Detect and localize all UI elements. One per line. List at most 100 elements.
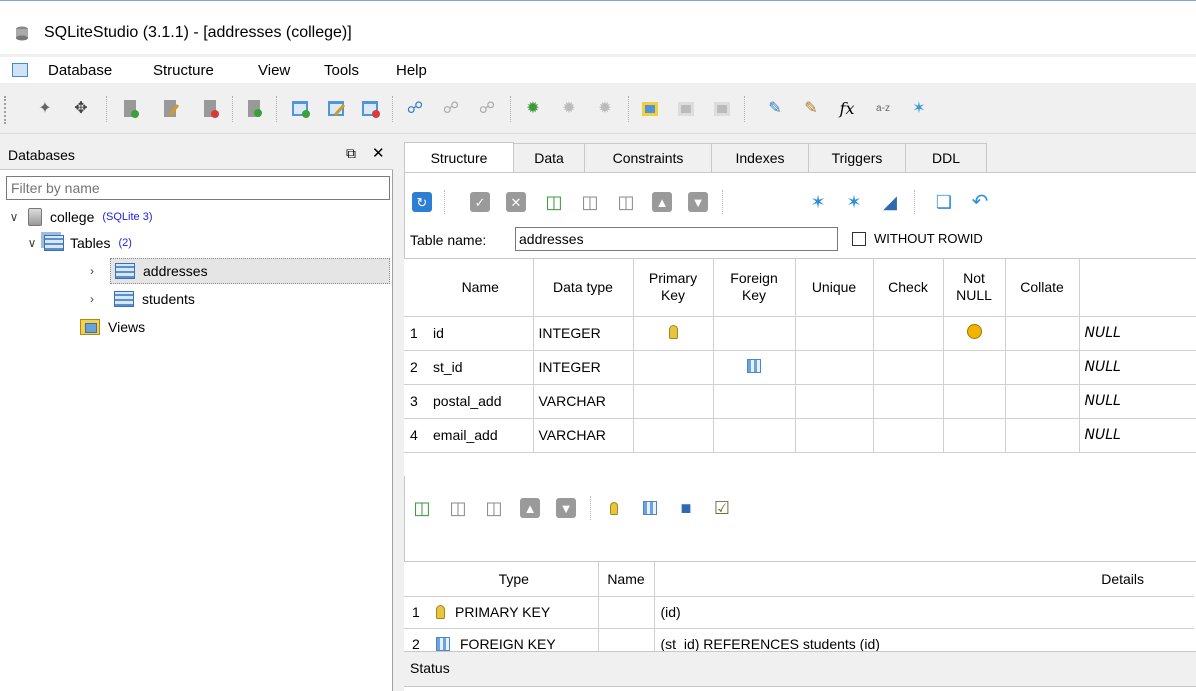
constraint-details-cell[interactable]: (id) bbox=[654, 596, 1194, 629]
connect-db-icon[interactable]: ✦ bbox=[34, 98, 56, 120]
primary-key-cell[interactable] bbox=[633, 384, 714, 419]
not-null-cell[interactable] bbox=[943, 316, 1006, 351]
tab-ddl[interactable]: DDL bbox=[905, 143, 987, 172]
column-name-cell[interactable]: email_add bbox=[428, 418, 534, 453]
column-header-check[interactable]: Check bbox=[873, 259, 944, 317]
disconnect-db-icon[interactable]: ✥ bbox=[70, 98, 92, 120]
tab-structure[interactable]: Structure bbox=[404, 142, 514, 173]
tab-triggers[interactable]: Triggers bbox=[808, 143, 906, 172]
unique-cell[interactable] bbox=[795, 316, 874, 351]
create-trigger-icon[interactable]: ✹ bbox=[522, 98, 544, 120]
collations-editor-icon[interactable]: a-z bbox=[872, 98, 894, 120]
table-row[interactable]: 1 PRIMARY KEY (id) bbox=[404, 596, 1194, 629]
move-column-down-icon[interactable]: ▼ bbox=[688, 192, 708, 212]
rollback-structure-icon[interactable]: ✕ bbox=[506, 192, 526, 212]
menu-view[interactable]: View bbox=[258, 62, 290, 79]
table-row[interactable]: 2 st_id INTEGER NULL bbox=[404, 350, 1196, 385]
menu-database[interactable]: Database bbox=[48, 62, 112, 79]
table-name-field[interactable] bbox=[515, 227, 838, 251]
add-constraint-icon[interactable]: ◫ bbox=[412, 498, 432, 518]
chevron-down-icon[interactable]: ∨ bbox=[24, 236, 40, 250]
reset-autoincrement-icon[interactable]: ✶ bbox=[844, 192, 864, 212]
close-panel-icon[interactable]: ✕ bbox=[372, 144, 385, 162]
tab-data[interactable]: Data bbox=[513, 143, 585, 172]
column-type-cell[interactable]: INTEGER bbox=[533, 350, 634, 385]
constraints-header-details[interactable]: Details bbox=[654, 562, 1194, 597]
column-name-cell[interactable]: postal_add bbox=[428, 384, 534, 419]
foreign-key-cell[interactable] bbox=[713, 384, 796, 419]
chevron-right-icon[interactable]: › bbox=[84, 264, 100, 278]
check-cell[interactable] bbox=[873, 350, 944, 385]
column-name-cell[interactable]: id bbox=[428, 316, 534, 351]
table-row[interactable]: 1 id INTEGER NULL bbox=[404, 316, 1196, 351]
open-sql-history-icon[interactable]: ✎ bbox=[800, 98, 822, 120]
window-menu-icon[interactable] bbox=[12, 63, 28, 77]
foreign-key-cell[interactable] bbox=[713, 316, 796, 351]
table-row[interactable]: 4 email_add VARCHAR NULL bbox=[404, 418, 1196, 453]
unique-cell[interactable] bbox=[795, 350, 874, 385]
table-row[interactable]: 3 postal_add VARCHAR NULL bbox=[404, 384, 1196, 419]
without-rowid-checkbox[interactable] bbox=[852, 231, 866, 246]
tree-item-college[interactable]: ∨ college (SQLite 3) bbox=[6, 204, 153, 230]
populate-table-icon[interactable]: ◢ bbox=[880, 192, 900, 212]
tab-constraints[interactable]: Constraints bbox=[584, 143, 712, 172]
edit-trigger-icon[interactable]: ✹ bbox=[558, 98, 580, 120]
create-view-icon[interactable] bbox=[640, 98, 662, 120]
column-header-not-null[interactable]: Not NULL bbox=[943, 259, 1006, 317]
collate-cell[interactable] bbox=[1005, 418, 1080, 453]
chevron-down-icon[interactable]: ∨ bbox=[6, 210, 22, 224]
tab-indexes[interactable]: Indexes bbox=[711, 143, 809, 172]
default-value-cell[interactable]: NULL bbox=[1079, 384, 1196, 419]
edit-index-icon[interactable]: ☍ bbox=[440, 98, 462, 120]
foreign-key-cell[interactable] bbox=[713, 418, 796, 453]
delete-index-icon[interactable]: ☍ bbox=[476, 98, 498, 120]
float-panel-icon[interactable]: ⧉ bbox=[346, 145, 356, 162]
column-header-name[interactable]: Name bbox=[428, 259, 534, 317]
edit-column-icon[interactable]: ◫ bbox=[580, 192, 600, 212]
undo-icon[interactable]: ↶ bbox=[970, 192, 990, 212]
move-constraint-up-icon[interactable]: ▲ bbox=[520, 498, 540, 518]
move-column-up-icon[interactable]: ▲ bbox=[652, 192, 672, 212]
delete-constraint-icon[interactable]: ◫ bbox=[484, 498, 504, 518]
edit-database-icon[interactable] bbox=[160, 98, 182, 120]
constraint-type-cell[interactable]: PRIMARY KEY bbox=[430, 596, 599, 629]
add-database-icon[interactable] bbox=[120, 98, 142, 120]
constraints-header-name[interactable]: Name bbox=[598, 562, 655, 597]
foreign-key-cell[interactable] bbox=[713, 350, 796, 385]
delete-table-icon[interactable] bbox=[360, 98, 382, 120]
collate-cell[interactable] bbox=[1005, 384, 1080, 419]
not-null-cell[interactable] bbox=[943, 384, 1006, 419]
check-cell[interactable] bbox=[873, 384, 944, 419]
remove-database-icon[interactable] bbox=[200, 98, 222, 120]
column-type-cell[interactable]: VARCHAR bbox=[533, 384, 634, 419]
extensions-icon[interactable]: ✶ bbox=[908, 98, 930, 120]
primary-key-cell[interactable] bbox=[633, 418, 714, 453]
delete-trigger-icon[interactable]: ✹ bbox=[594, 98, 616, 120]
default-value-cell[interactable]: NULL bbox=[1079, 350, 1196, 385]
tree-item-views[interactable]: Views bbox=[76, 314, 145, 340]
column-header-data-type[interactable]: Data type bbox=[533, 259, 634, 317]
constraint-name-cell[interactable] bbox=[598, 596, 655, 629]
delete-view-icon[interactable] bbox=[712, 98, 734, 120]
menu-help[interactable]: Help bbox=[396, 62, 427, 79]
add-foreign-key-icon[interactable] bbox=[640, 498, 660, 518]
edit-constraint-icon[interactable]: ◫ bbox=[448, 498, 468, 518]
move-constraint-down-icon[interactable]: ▼ bbox=[556, 498, 576, 518]
sql-editor-icon[interactable]: ✎ bbox=[764, 98, 786, 120]
tree-item-tables[interactable]: ∨ Tables (2) bbox=[24, 230, 132, 256]
column-name-cell[interactable]: st_id bbox=[428, 350, 534, 385]
not-null-cell[interactable] bbox=[943, 350, 1006, 385]
check-cell[interactable] bbox=[873, 316, 944, 351]
column-header-default[interactable] bbox=[1079, 259, 1196, 317]
edit-table-icon[interactable] bbox=[326, 98, 348, 120]
unique-cell[interactable] bbox=[795, 384, 874, 419]
chevron-right-icon[interactable]: › bbox=[84, 292, 100, 306]
column-header-unique[interactable]: Unique bbox=[795, 259, 874, 317]
column-header-primary-key[interactable]: Primary Key bbox=[633, 259, 714, 317]
menu-structure[interactable]: Structure bbox=[153, 62, 214, 79]
primary-key-cell[interactable] bbox=[633, 316, 714, 351]
column-type-cell[interactable]: INTEGER bbox=[533, 316, 634, 351]
column-header-foreign-key[interactable]: Foreign Key bbox=[713, 259, 796, 317]
collate-cell[interactable] bbox=[1005, 316, 1080, 351]
add-check-icon[interactable]: ☑ bbox=[712, 498, 732, 518]
